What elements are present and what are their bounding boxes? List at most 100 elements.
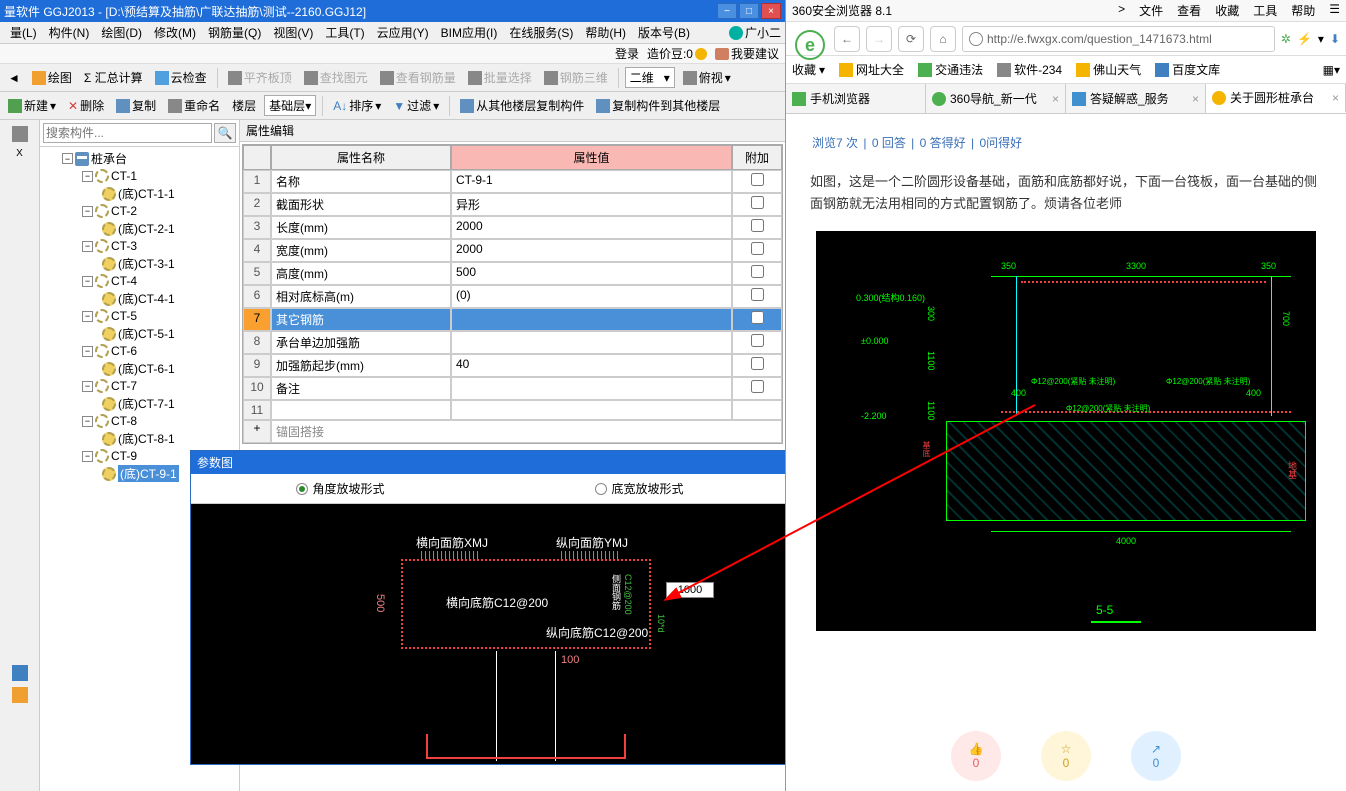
- collapse-icon[interactable]: −: [82, 416, 93, 427]
- menu-gongju[interactable]: 工具(T): [319, 22, 370, 43]
- sum-button[interactable]: Σ 汇总计算: [80, 67, 147, 88]
- login-link[interactable]: 登录: [615, 45, 639, 62]
- copy-to-button[interactable]: 复制构件到其他楼层: [592, 95, 724, 116]
- prop-value[interactable]: 40: [451, 354, 732, 377]
- rail-icon-3[interactable]: [12, 687, 28, 703]
- bm-item[interactable]: 佛山天气: [1076, 61, 1141, 78]
- prop-row[interactable]: 2 截面形状 异形: [243, 193, 782, 216]
- collapse-icon[interactable]: −: [82, 171, 93, 182]
- tree-ct-node[interactable]: −CT-8: [42, 413, 237, 429]
- prop-row-11[interactable]: 11: [243, 400, 782, 420]
- prop-value[interactable]: 2000: [451, 216, 732, 239]
- draw-button[interactable]: 绘图: [28, 67, 76, 88]
- filter-button[interactable]: ▼过滤▾: [389, 95, 443, 116]
- forward-button[interactable]: →: [866, 26, 892, 52]
- prop-extra-checkbox[interactable]: [751, 173, 764, 186]
- prop-row[interactable]: 9 加强筋起步(mm) 40: [243, 354, 782, 377]
- ext-icon-2[interactable]: ⚡: [1297, 32, 1312, 46]
- tree-ct-node[interactable]: −CT-2: [42, 203, 237, 219]
- tree-sub-node[interactable]: (底)CT-6-1: [42, 359, 237, 378]
- maximize-button[interactable]: □: [739, 3, 759, 19]
- anchor-row[interactable]: 锚固搭接: [271, 420, 782, 443]
- collapse-icon[interactable]: −: [82, 206, 93, 217]
- tree-sub-node[interactable]: (底)CT-1-1: [42, 184, 237, 203]
- floor-combo[interactable]: 基础层▾: [264, 95, 316, 116]
- tree-ct-node[interactable]: −CT-1: [42, 168, 237, 184]
- tab-angle[interactable]: 角度放坡形式: [296, 480, 384, 497]
- bm-fav[interactable]: 收藏▾: [792, 61, 825, 78]
- tab-close-icon[interactable]: ×: [1052, 92, 1059, 106]
- cloud-check-button[interactable]: 云检查: [151, 67, 211, 88]
- close-button[interactable]: ×: [761, 3, 781, 19]
- tree-sub-node[interactable]: (底)CT-7-1: [42, 394, 237, 413]
- tree-ct-node[interactable]: −CT-4: [42, 273, 237, 289]
- flat-top-button[interactable]: 平齐板顶: [224, 67, 296, 88]
- br-menu-help[interactable]: 帮助: [1291, 2, 1315, 19]
- like-button[interactable]: 👍0: [951, 731, 1001, 781]
- back-button[interactable]: ←: [834, 26, 860, 52]
- home-button[interactable]: ⌂: [930, 26, 956, 52]
- prop-value[interactable]: 500: [451, 262, 732, 285]
- prop-extra-checkbox[interactable]: [751, 219, 764, 232]
- view-button[interactable]: 俯视▾: [679, 67, 735, 88]
- collapse-icon[interactable]: −: [82, 241, 93, 252]
- tree-sub-node[interactable]: (底)CT-2-1: [42, 219, 237, 238]
- param-value-input[interactable]: [666, 582, 714, 598]
- br-menu-file[interactable]: 文件: [1139, 2, 1163, 19]
- tree-sub-node[interactable]: (底)CT-5-1: [42, 324, 237, 343]
- find-button[interactable]: 查找图元: [300, 67, 372, 88]
- tree-root[interactable]: − 桩承台: [42, 149, 237, 168]
- ext-icon-3[interactable]: ▾: [1318, 32, 1324, 46]
- bm-grid-icon[interactable]: ▦▾: [1323, 63, 1340, 77]
- collapse-icon[interactable]: −: [82, 451, 93, 462]
- collapse-icon[interactable]: −: [82, 311, 93, 322]
- prop-value[interactable]: 2000: [451, 239, 732, 262]
- prop-extra-checkbox[interactable]: [751, 265, 764, 278]
- bm-item[interactable]: 交通违法: [918, 61, 983, 78]
- prop-extra-checkbox[interactable]: [751, 380, 764, 393]
- menu-bim[interactable]: BIM应用(I): [435, 22, 504, 43]
- xiaoer-link[interactable]: 广小二: [729, 24, 781, 41]
- minimize-button[interactable]: −: [717, 3, 737, 19]
- prop-value[interactable]: [451, 331, 732, 354]
- collapse-icon[interactable]: −: [62, 153, 73, 164]
- menu-version[interactable]: 版本号(B): [632, 22, 696, 43]
- br-menu-tool[interactable]: 工具: [1253, 2, 1277, 19]
- br-menu-view[interactable]: 查看: [1177, 2, 1201, 19]
- menu-liang[interactable]: 量(L): [4, 22, 43, 43]
- prop-row[interactable]: 1 名称 CT-9-1: [243, 170, 782, 193]
- search-button[interactable]: 🔍: [214, 123, 236, 143]
- tb-prev[interactable]: ◄: [4, 69, 24, 87]
- tree-ct-node[interactable]: −CT-3: [42, 238, 237, 254]
- tab-question[interactable]: 关于圆形桩承台×: [1206, 84, 1346, 113]
- ext-icon-1[interactable]: ✲: [1281, 32, 1291, 46]
- collapse-icon[interactable]: −: [82, 381, 93, 392]
- rail-icon-1[interactable]: [12, 126, 28, 142]
- share-button[interactable]: ↗0: [1131, 731, 1181, 781]
- menu-yun[interactable]: 云应用(Y): [371, 22, 435, 43]
- expand-anchor[interactable]: +: [243, 420, 271, 443]
- prop-value[interactable]: [451, 308, 732, 331]
- tab-360nav[interactable]: 360导航_新一代×: [926, 84, 1066, 113]
- tree-ct-node[interactable]: −CT-5: [42, 308, 237, 324]
- floor-button[interactable]: 楼层: [228, 95, 260, 116]
- menu-gangjin[interactable]: 钢筋量(Q): [202, 22, 267, 43]
- address-bar[interactable]: http://e.fwxgx.com/question_1471673.html: [962, 26, 1275, 52]
- batch-button[interactable]: 批量选择: [464, 67, 536, 88]
- prop-row[interactable]: 6 相对底标高(m) (0): [243, 285, 782, 308]
- rebar3d-button[interactable]: 钢筋三维: [540, 67, 612, 88]
- tab-qa[interactable]: 答疑解惑_服务×: [1066, 84, 1206, 113]
- prop-value[interactable]: [451, 377, 732, 400]
- prop-extra-checkbox[interactable]: [751, 288, 764, 301]
- prop-value[interactable]: CT-9-1: [451, 170, 732, 193]
- rename-button[interactable]: 重命名: [164, 95, 224, 116]
- tab-close-icon[interactable]: ×: [1332, 91, 1339, 105]
- tree-sub-node[interactable]: (底)CT-3-1: [42, 254, 237, 273]
- bm-item[interactable]: 百度文库: [1155, 61, 1220, 78]
- br-menu-fav[interactable]: 收藏: [1215, 2, 1239, 19]
- prop-extra-checkbox[interactable]: [751, 196, 764, 209]
- tree-sub-node[interactable]: (底)CT-8-1: [42, 429, 237, 448]
- tree-ct-node[interactable]: −CT-7: [42, 378, 237, 394]
- prop-row[interactable]: 10 备注: [243, 377, 782, 400]
- prop-row[interactable]: 5 高度(mm) 500: [243, 262, 782, 285]
